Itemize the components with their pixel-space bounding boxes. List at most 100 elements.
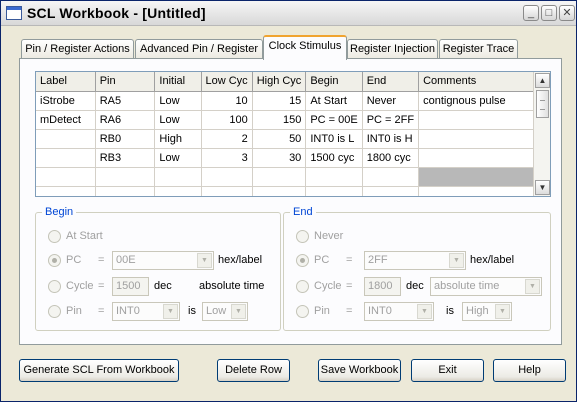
cell-begin[interactable]: PC = 00E (305, 110, 363, 130)
begin-at-start-radio[interactable] (48, 230, 61, 243)
cell-initial[interactable]: Low (154, 148, 202, 168)
save-workbook-button[interactable]: Save Workbook (318, 359, 401, 382)
begin-cycle-radio[interactable] (48, 280, 61, 293)
cell-low-cyc[interactable] (201, 167, 253, 187)
cell-low-cyc[interactable]: 10 (201, 91, 253, 111)
cell-end[interactable] (362, 186, 420, 196)
scroll-thumb[interactable] (536, 90, 549, 118)
cell-initial[interactable]: Low (154, 110, 202, 130)
cell-pin[interactable] (95, 186, 156, 196)
tab-clock-stimulus[interactable]: Clock Stimulus (263, 35, 347, 60)
cell-begin[interactable] (305, 167, 363, 187)
table-row[interactable]: iStrobe RA5 Low 10 15 At Start Never con… (36, 91, 550, 111)
cell-pin[interactable]: RA5 (95, 91, 156, 111)
end-pc-radio[interactable] (296, 254, 309, 267)
chevron-down-icon[interactable]: ▼ (495, 304, 510, 319)
exit-button[interactable]: Exit (411, 359, 484, 382)
cell-begin[interactable]: INT0 is L (305, 129, 363, 149)
chevron-down-icon[interactable]: ▼ (525, 279, 540, 294)
help-button[interactable]: Help (493, 359, 566, 382)
cell-label[interactable]: mDetect (36, 110, 96, 130)
begin-pin-radio[interactable] (48, 305, 61, 318)
cell-pin[interactable]: RB3 (95, 148, 156, 168)
cell-high-cyc[interactable]: 30 (252, 148, 307, 168)
delete-row-button[interactable]: Delete Row (217, 359, 290, 382)
table-row[interactable]: RB3 Low 3 30 1500 cyc 1800 cyc (36, 148, 550, 168)
cell-label[interactable] (36, 148, 96, 168)
chevron-down-icon[interactable]: ▼ (163, 304, 178, 319)
col-header-initial[interactable]: Initial (154, 72, 202, 92)
col-header-label[interactable]: Label (36, 72, 96, 92)
begin-pin-combo[interactable]: INT0 ▼ (112, 302, 180, 321)
cell-label[interactable]: iStrobe (36, 91, 96, 111)
chevron-down-icon[interactable]: ▼ (449, 253, 464, 268)
table-row[interactable] (36, 167, 550, 187)
cell-low-cyc[interactable]: 3 (201, 148, 253, 168)
end-cycle-mode-combo[interactable]: absolute time ▼ (430, 277, 542, 296)
begin-pin-state-combo[interactable]: Low ▼ (202, 302, 248, 321)
begin-cycle-input[interactable]: 1500 (112, 277, 149, 296)
cell-high-cyc[interactable]: 150 (252, 110, 307, 130)
cell-label[interactable] (36, 186, 96, 196)
col-header-pin[interactable]: Pin (95, 72, 156, 92)
col-header-low-cyc[interactable]: Low Cyc (201, 72, 253, 92)
cell-high-cyc[interactable]: 15 (252, 91, 307, 111)
col-header-high-cyc[interactable]: High Cyc (252, 72, 307, 92)
maximize-button[interactable]: □ (541, 5, 557, 21)
cell-pin[interactable]: RA6 (95, 110, 156, 130)
table-row[interactable]: RB0 High 2 50 INT0 is L INT0 is H (36, 129, 550, 149)
cell-low-cyc[interactable]: 100 (201, 110, 253, 130)
tab-pin-register-actions[interactable]: Pin / Register Actions (21, 39, 134, 59)
begin-pc-combo[interactable]: 00E ▼ (112, 251, 214, 270)
title-bar[interactable]: SCL Workbook - [Untitled] _ □ ✕ (1, 1, 576, 26)
table-row[interactable]: mDetect RA6 Low 100 150 PC = 00E PC = 2F… (36, 110, 550, 130)
cell-begin[interactable]: 1500 cyc (305, 148, 363, 168)
scroll-down-icon[interactable]: ▼ (535, 180, 550, 195)
cell-high-cyc[interactable]: 50 (252, 129, 307, 149)
cell-comments[interactable] (418, 186, 550, 196)
end-pin-combo[interactable]: INT0 ▼ (364, 302, 434, 321)
end-never-radio[interactable] (296, 230, 309, 243)
cell-initial[interactable] (154, 186, 202, 196)
cell-end[interactable] (362, 167, 420, 187)
chevron-down-icon[interactable]: ▼ (197, 253, 212, 268)
cell-end[interactable]: Never (362, 91, 420, 111)
cell-comments[interactable] (418, 129, 550, 149)
cell-low-cyc[interactable] (201, 186, 253, 196)
cell-end[interactable]: PC = 2FF (362, 110, 420, 130)
cell-pin[interactable]: RB0 (95, 129, 156, 149)
col-header-comments[interactable]: Comments (418, 72, 550, 92)
tab-advanced-pin-register[interactable]: Advanced Pin / Register (135, 39, 263, 59)
end-cycle-radio[interactable] (296, 280, 309, 293)
cell-initial[interactable] (154, 167, 202, 187)
cell-begin[interactable]: At Start (305, 91, 363, 111)
col-header-end[interactable]: End (362, 72, 420, 92)
cell-high-cyc[interactable] (252, 186, 307, 196)
end-pc-combo[interactable]: 2FF ▼ (364, 251, 466, 270)
grid-vertical-scrollbar[interactable]: ▲ ▼ (533, 72, 550, 196)
cell-begin[interactable] (305, 186, 363, 196)
cell-initial[interactable]: Low (154, 91, 202, 111)
cell-pin[interactable] (95, 167, 156, 187)
stimulus-grid[interactable]: Label Pin Initial Low Cyc High Cyc Begin… (35, 71, 551, 197)
cell-comments-selected[interactable] (418, 167, 550, 187)
cell-initial[interactable]: High (154, 129, 202, 149)
cell-end[interactable]: 1800 cyc (362, 148, 420, 168)
close-button[interactable]: ✕ (559, 5, 575, 21)
end-pin-radio[interactable] (296, 305, 309, 318)
cell-high-cyc[interactable] (252, 167, 307, 187)
end-pin-state-combo[interactable]: High ▼ (462, 302, 512, 321)
end-cycle-input[interactable]: 1800 (364, 277, 401, 296)
table-row[interactable] (36, 186, 550, 196)
cell-label[interactable] (36, 129, 96, 149)
cell-label[interactable] (36, 167, 96, 187)
cell-comments[interactable] (418, 110, 550, 130)
cell-comments[interactable]: contignous pulse (418, 91, 550, 111)
chevron-down-icon[interactable]: ▼ (231, 304, 246, 319)
tab-register-trace[interactable]: Register Trace (439, 39, 518, 59)
generate-scl-button[interactable]: Generate SCL From Workbook (19, 359, 179, 382)
chevron-down-icon[interactable]: ▼ (417, 304, 432, 319)
cell-end[interactable]: INT0 is H (362, 129, 420, 149)
tab-register-injection[interactable]: Register Injection (347, 39, 438, 59)
col-header-begin[interactable]: Begin (305, 72, 363, 92)
